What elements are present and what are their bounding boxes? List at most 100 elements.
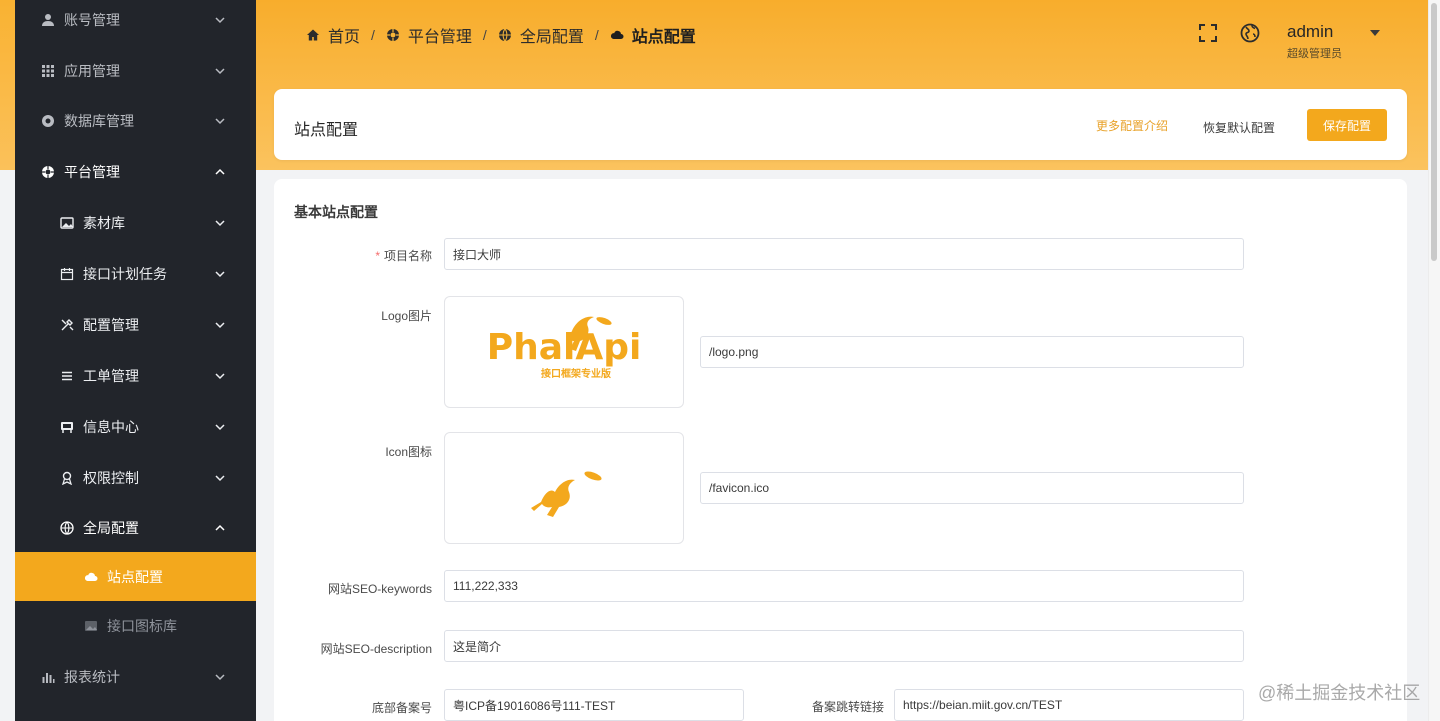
icon-path-input[interactable]: /favicon.ico bbox=[700, 472, 1244, 504]
sidebar-item-tickets[interactable]: 工单管理 bbox=[15, 351, 256, 401]
sidebar-item-reports[interactable]: 报表统计 bbox=[15, 652, 256, 702]
sidebar-item-label: 工单管理 bbox=[83, 368, 139, 384]
sidebar-item-config-management[interactable]: 配置管理 bbox=[15, 300, 256, 350]
sidebar-item-site-config[interactable]: 站点配置 bbox=[15, 552, 256, 601]
caret-down-icon[interactable] bbox=[1370, 30, 1380, 36]
seo-keywords-label: 网站SEO-keywords bbox=[327, 582, 432, 596]
save-config-button[interactable]: 保存配置 bbox=[1307, 109, 1387, 141]
sidebar-item-account[interactable]: 账号管理 bbox=[15, 0, 256, 45]
gallery-icon bbox=[83, 618, 99, 634]
fullscreen-icon[interactable] bbox=[1197, 22, 1219, 49]
sidebar-item-label: 应用管理 bbox=[64, 63, 120, 79]
platform-icon bbox=[386, 29, 399, 41]
logo-upload-box[interactable]: PhalApi 接口框架专业版 bbox=[444, 296, 684, 408]
more-config-link[interactable]: 更多配置介绍 bbox=[1096, 117, 1168, 134]
breadcrumb-label: 全局配置 bbox=[519, 29, 584, 46]
breadcrumb-platform[interactable]: 平台管理 bbox=[386, 23, 472, 47]
sidebar-item-label: 平台管理 bbox=[64, 164, 120, 180]
globe-icon bbox=[59, 520, 75, 536]
chart-icon bbox=[40, 669, 56, 685]
database-icon bbox=[40, 113, 56, 129]
sidebar-item-label: 接口图标库 bbox=[107, 618, 177, 634]
chevron-down-icon bbox=[215, 674, 225, 681]
breadcrumb-global[interactable]: 全局配置 bbox=[498, 23, 584, 47]
sidebar-item-icon-library[interactable]: 接口图标库 bbox=[15, 601, 256, 651]
sidebar-item-label: 配置管理 bbox=[83, 317, 139, 333]
home-icon bbox=[307, 29, 319, 41]
user-role: 超级管理员 bbox=[1287, 48, 1342, 60]
icon-label: Icon图标 bbox=[385, 445, 432, 459]
project-name-input[interactable]: 接口大师 bbox=[444, 238, 1244, 270]
breadcrumb-separator: / bbox=[482, 27, 487, 43]
icon-upload-box[interactable] bbox=[444, 432, 684, 544]
watermark: @稀土掘金技术社区 bbox=[1258, 683, 1421, 703]
chevron-up-icon bbox=[215, 524, 225, 531]
breadcrumb-separator: / bbox=[594, 27, 599, 43]
chevron-down-icon bbox=[215, 17, 225, 24]
logo-tagline: 接口框架专业版 bbox=[541, 367, 611, 380]
favicon-image bbox=[531, 471, 602, 517]
sidebar-item-scheduled-tasks[interactable]: 接口计划任务 bbox=[15, 249, 256, 299]
sidebar-item-label: 信息中心 bbox=[83, 419, 139, 435]
icp-link-label: 备案跳转链接 bbox=[811, 700, 884, 714]
chevron-down-icon bbox=[215, 373, 225, 380]
site-config-form: 基本站点配置 * 项目名称 接口大师 Logo图片 PhalApi 接口框架专业版… bbox=[274, 179, 1407, 721]
sidebar-item-label: 数据库管理 bbox=[64, 113, 134, 129]
chevron-down-icon bbox=[215, 118, 225, 125]
sidebar-item-label: 站点配置 bbox=[107, 568, 163, 585]
chevron-down-icon bbox=[215, 271, 225, 278]
globe-icon bbox=[498, 28, 511, 42]
tools-icon bbox=[59, 317, 75, 333]
sidebar-item-platform[interactable]: 平台管理 bbox=[15, 147, 256, 197]
sidebar-item-label: 素材库 bbox=[83, 215, 125, 231]
user-menu[interactable]: admin 超级管理员 bbox=[1287, 22, 1342, 61]
sidebar-item-label: 权限控制 bbox=[83, 470, 139, 486]
cloud-icon bbox=[83, 569, 99, 585]
sidebar-item-label: 全局配置 bbox=[83, 520, 139, 536]
user-name: admin bbox=[1287, 22, 1334, 41]
message-icon bbox=[59, 419, 75, 435]
left-edge-strip bbox=[0, 0, 15, 721]
calendar-icon bbox=[59, 266, 75, 282]
list-icon bbox=[59, 368, 75, 384]
breadcrumb-label: 站点配置 bbox=[631, 29, 696, 46]
seo-description-label: 网站SEO-description bbox=[320, 642, 432, 656]
sidebar-item-message-center[interactable]: 信息中心 bbox=[15, 402, 256, 452]
breadcrumb-current: 站点配置 bbox=[610, 23, 696, 47]
reset-default-button[interactable]: 恢复默认配置 bbox=[1203, 119, 1275, 136]
sidebar-item-label: 接口计划任务 bbox=[83, 266, 167, 282]
page-scrollbar-thumb[interactable] bbox=[1431, 3, 1437, 261]
seo-description-input[interactable]: 这是简介 bbox=[444, 630, 1244, 662]
logo-image: PhalApi 接口框架专业版 bbox=[487, 316, 642, 380]
sidebar-item-permissions[interactable]: 权限控制 bbox=[15, 453, 256, 503]
breadcrumb-label: 首页 bbox=[328, 29, 361, 46]
page-header-card: 站点配置 更多配置介绍 恢复默认配置 保存配置 bbox=[274, 89, 1407, 160]
chevron-down-icon bbox=[215, 68, 225, 75]
sidebar-item-database[interactable]: 数据库管理 bbox=[15, 96, 256, 146]
chevron-down-icon bbox=[215, 424, 225, 431]
sidebar: 账号管理 应用管理 数据库管理 平台管理 素材库 接口计划任务 配置管理 工单管… bbox=[15, 0, 256, 721]
breadcrumb: 首页 / 平台管理 / 全局配置 / 站点配置 bbox=[306, 23, 696, 47]
breadcrumb-home[interactable]: 首页 bbox=[306, 23, 360, 47]
sidebar-item-label: 报表统计 bbox=[64, 669, 120, 685]
cloud-icon bbox=[610, 30, 624, 39]
breadcrumb-separator: / bbox=[371, 27, 375, 43]
sidebar-item-materials[interactable]: 素材库 bbox=[15, 198, 256, 248]
label-text: 项目名称 bbox=[383, 249, 432, 263]
seo-keywords-input[interactable]: 111,222,333 bbox=[444, 570, 1244, 602]
logo-path-input[interactable]: /logo.png bbox=[700, 336, 1244, 368]
logo-wordmark: PhalApi bbox=[487, 327, 642, 368]
required-marker: * bbox=[375, 249, 380, 263]
image-icon bbox=[59, 215, 75, 231]
user-icon bbox=[40, 12, 56, 28]
icp-label: 底部备案号 bbox=[371, 701, 432, 715]
page-title: 站点配置 bbox=[294, 122, 359, 139]
breadcrumb-label: 平台管理 bbox=[407, 29, 472, 46]
chevron-down-icon bbox=[215, 322, 225, 329]
permission-icon bbox=[59, 470, 75, 486]
sidebar-item-apps[interactable]: 应用管理 bbox=[15, 46, 256, 96]
language-globe-icon[interactable] bbox=[1239, 22, 1261, 49]
icp-link-input[interactable]: https://beian.miit.gov.cn/TEST bbox=[894, 689, 1244, 721]
sidebar-item-global-config[interactable]: 全局配置 bbox=[15, 503, 256, 553]
platform-icon bbox=[40, 164, 56, 180]
